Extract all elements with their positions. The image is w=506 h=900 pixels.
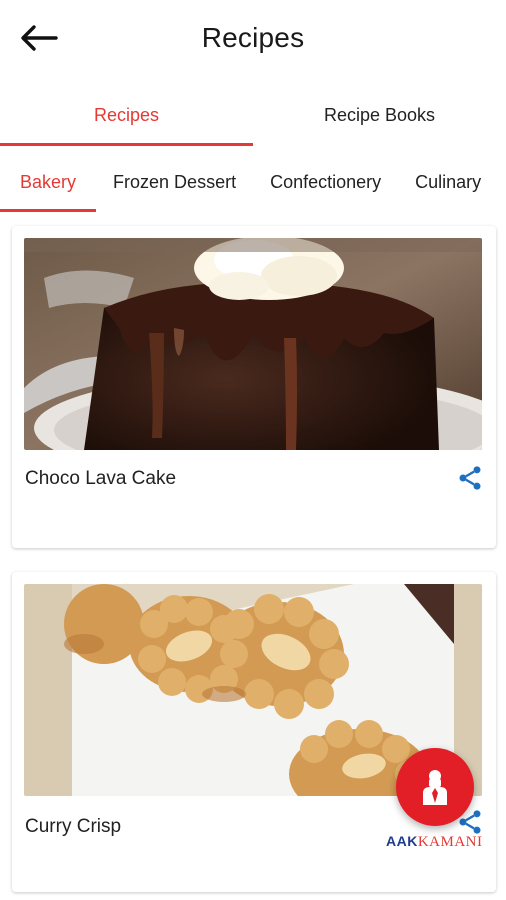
brand-logo: AAKKAMANI <box>386 833 483 851</box>
recipe-card[interactable]: Choco Lava Cake <box>12 226 496 548</box>
share-button[interactable] <box>456 464 484 492</box>
brand-logo-part1: AAK <box>386 833 418 849</box>
category-tabs: Bakery Frozen Dessert Confectionery Culi… <box>0 152 506 212</box>
category-tab-bakery[interactable]: Bakery <box>0 152 97 212</box>
tab-recipes[interactable]: Recipes <box>0 84 253 146</box>
tab-recipe-books[interactable]: Recipe Books <box>253 84 506 146</box>
category-tab-confectionery[interactable]: Confectionery <box>253 152 398 212</box>
recipe-title[interactable]: Curry Crisp <box>25 816 121 838</box>
page-title: Recipes <box>201 22 305 53</box>
brand-logo-part2: KAMANI <box>417 834 483 850</box>
chef-icon <box>423 770 447 805</box>
category-tab-culinary[interactable]: Culinary <box>398 152 498 212</box>
main-tabs: Recipes Recipe Books <box>0 84 506 146</box>
chef-fab-button[interactable] <box>396 748 474 826</box>
share-icon <box>459 466 481 490</box>
category-tab-frozen-dessert[interactable]: Frozen Dessert <box>96 152 253 212</box>
recipe-title[interactable]: Choco Lava Cake <box>25 468 176 490</box>
app-bar: Recipes <box>0 0 506 78</box>
recipe-image[interactable] <box>24 238 482 450</box>
